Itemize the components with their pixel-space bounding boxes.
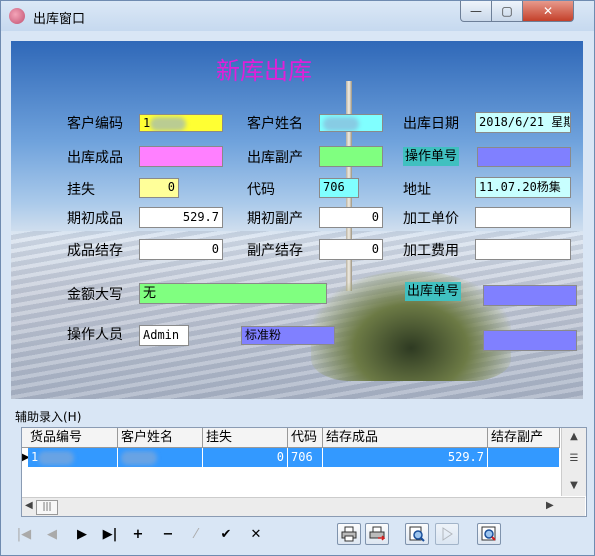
goods-stock-field[interactable]: 0 xyxy=(139,239,223,260)
scroll-right-icon[interactable]: ▶ xyxy=(546,500,554,511)
table-cell[interactable]: 529.7 xyxy=(323,448,488,467)
operator-label: 操作人员 xyxy=(67,327,123,343)
opening-goods-field[interactable]: 529.7 xyxy=(139,207,223,228)
operator-field[interactable]: Admin xyxy=(139,325,189,346)
form-panel: 新库出库 客户编码 1 客户姓名 出库日期 2018/6/21 星期 出库成品 … xyxy=(11,41,583,399)
first-record-button[interactable]: |◀ xyxy=(13,524,35,546)
grid-header: 货品编号 客户姓名 挂失 代码 结存成品 结存副产 xyxy=(22,428,560,448)
grid-title: 辅助录入(H) xyxy=(15,410,82,424)
address-field[interactable]: 11.07.20杨集 xyxy=(475,177,571,198)
horizontal-scrollbar[interactable]: ◀ ||| ▶ xyxy=(22,497,585,516)
data-grid[interactable]: 货品编号 客户姓名 挂失 代码 结存成品 结存副产 ▶ 1 0 706 529.… xyxy=(21,427,587,517)
printer-arrow-icon xyxy=(369,526,385,541)
byproduct-stock-field[interactable]: 0 xyxy=(319,239,383,260)
column-header[interactable]: 挂失 xyxy=(203,428,288,447)
customer-code-field[interactable]: 1 xyxy=(139,114,223,132)
scroll-down-icon[interactable]: ▼ xyxy=(562,480,586,491)
amount-words-label: 金额大写 xyxy=(67,287,123,303)
search-button[interactable] xyxy=(477,523,501,545)
process-fee-field[interactable] xyxy=(475,239,571,260)
address-label: 地址 xyxy=(403,182,431,198)
scroll-thumb[interactable]: ||| xyxy=(36,500,58,515)
byproduct-label: 出库副产 xyxy=(247,150,303,166)
table-row[interactable]: 1 0 706 529.7 xyxy=(28,448,560,467)
magnifier-icon xyxy=(409,526,425,542)
extra-field[interactable] xyxy=(483,330,577,351)
opening-goods-label: 期初成品 xyxy=(67,211,123,227)
window: 出库窗口 — ▢ ✕ 新库出库 客户编码 1 客户姓名 出库日期 2018/6/… xyxy=(0,0,595,556)
play-button[interactable] xyxy=(435,523,459,545)
edit-record-button[interactable]: ⁄ xyxy=(185,524,207,546)
printer-icon xyxy=(341,526,357,542)
customer-code-label: 客户编码 xyxy=(67,116,123,132)
table-cell[interactable] xyxy=(488,448,560,467)
close-button[interactable]: ✕ xyxy=(522,1,574,22)
table-cell[interactable]: 706 xyxy=(288,448,323,467)
customer-name-field[interactable] xyxy=(319,114,383,132)
column-header[interactable]: 客户姓名 xyxy=(118,428,203,447)
vertical-scrollbar[interactable]: ▲ ☰ ▼ xyxy=(561,428,586,496)
byproduct-field[interactable] xyxy=(319,146,383,167)
table-cell[interactable]: 0 xyxy=(203,448,288,467)
process-price-field[interactable] xyxy=(475,207,571,228)
column-header[interactable]: 货品编号 xyxy=(22,428,118,447)
amount-words-field[interactable]: 无 xyxy=(139,283,327,304)
code-field[interactable]: 706 xyxy=(319,178,359,198)
goods-stock-label: 成品结存 xyxy=(67,243,123,259)
column-header[interactable]: 结存成品 xyxy=(323,428,488,447)
scroll-thumb[interactable]: ☰ xyxy=(562,453,586,464)
opening-byproduct-label: 期初副产 xyxy=(247,211,303,227)
app-icon xyxy=(9,8,25,24)
last-record-button[interactable]: ▶| xyxy=(99,524,121,546)
redacted-mark xyxy=(121,450,157,465)
redacted-mark xyxy=(38,450,75,465)
op-no-field[interactable] xyxy=(477,147,571,167)
title-bar[interactable]: 出库窗口 — ▢ ✕ xyxy=(1,1,594,31)
standard-flour-field[interactable]: 标准粉 xyxy=(241,326,335,345)
maximize-button[interactable]: ▢ xyxy=(491,1,523,22)
scroll-up-icon[interactable]: ▲ xyxy=(562,431,586,442)
redacted-mark xyxy=(323,116,359,131)
delete-record-button[interactable]: − xyxy=(157,524,179,546)
process-price-label: 加工单价 xyxy=(403,211,459,227)
scroll-left-icon[interactable]: ◀ xyxy=(25,500,33,511)
customer-name-label: 客户姓名 xyxy=(247,116,303,132)
code-label: 代码 xyxy=(247,182,275,198)
form-heading: 新库出库 xyxy=(216,57,312,85)
finished-goods-field[interactable] xyxy=(139,146,223,167)
opening-byproduct-field[interactable]: 0 xyxy=(319,207,383,228)
window-title: 出库窗口 xyxy=(33,12,86,27)
post-record-button[interactable]: ✔ xyxy=(215,524,237,546)
redacted-mark xyxy=(150,116,187,131)
play-icon xyxy=(442,527,453,541)
table-cell[interactable] xyxy=(118,448,203,467)
out-no-label: 出库单号 xyxy=(405,282,462,301)
column-header[interactable]: 代码 xyxy=(288,428,323,447)
next-record-button[interactable]: ▶ xyxy=(71,524,93,546)
search-icon xyxy=(481,526,496,541)
process-fee-label: 加工费用 xyxy=(403,243,459,259)
on-account-field[interactable]: 0 xyxy=(139,178,179,198)
prior-record-button[interactable]: ◀ xyxy=(41,524,63,546)
navigator-toolbar: |◀ ◀ ▶ ▶| + − ⁄ ✔ ✕ xyxy=(11,521,586,549)
byproduct-stock-label: 副产结存 xyxy=(247,243,303,259)
date-label: 出库日期 xyxy=(403,116,459,132)
insert-record-button[interactable]: + xyxy=(127,524,149,546)
op-no-label: 操作单号 xyxy=(403,147,460,166)
out-no-field[interactable] xyxy=(483,285,577,306)
column-header[interactable]: 结存副产 xyxy=(488,428,560,447)
on-account-label: 挂失 xyxy=(67,182,95,198)
print-setup-button[interactable] xyxy=(365,523,389,545)
preview-button[interactable] xyxy=(405,523,429,545)
minimize-button[interactable]: — xyxy=(460,1,492,22)
print-button[interactable] xyxy=(337,523,361,545)
finished-goods-label: 出库成品 xyxy=(67,150,123,166)
cancel-record-button[interactable]: ✕ xyxy=(245,524,267,546)
date-field[interactable]: 2018/6/21 星期 xyxy=(475,112,571,133)
table-cell[interactable]: 1 xyxy=(28,448,118,467)
